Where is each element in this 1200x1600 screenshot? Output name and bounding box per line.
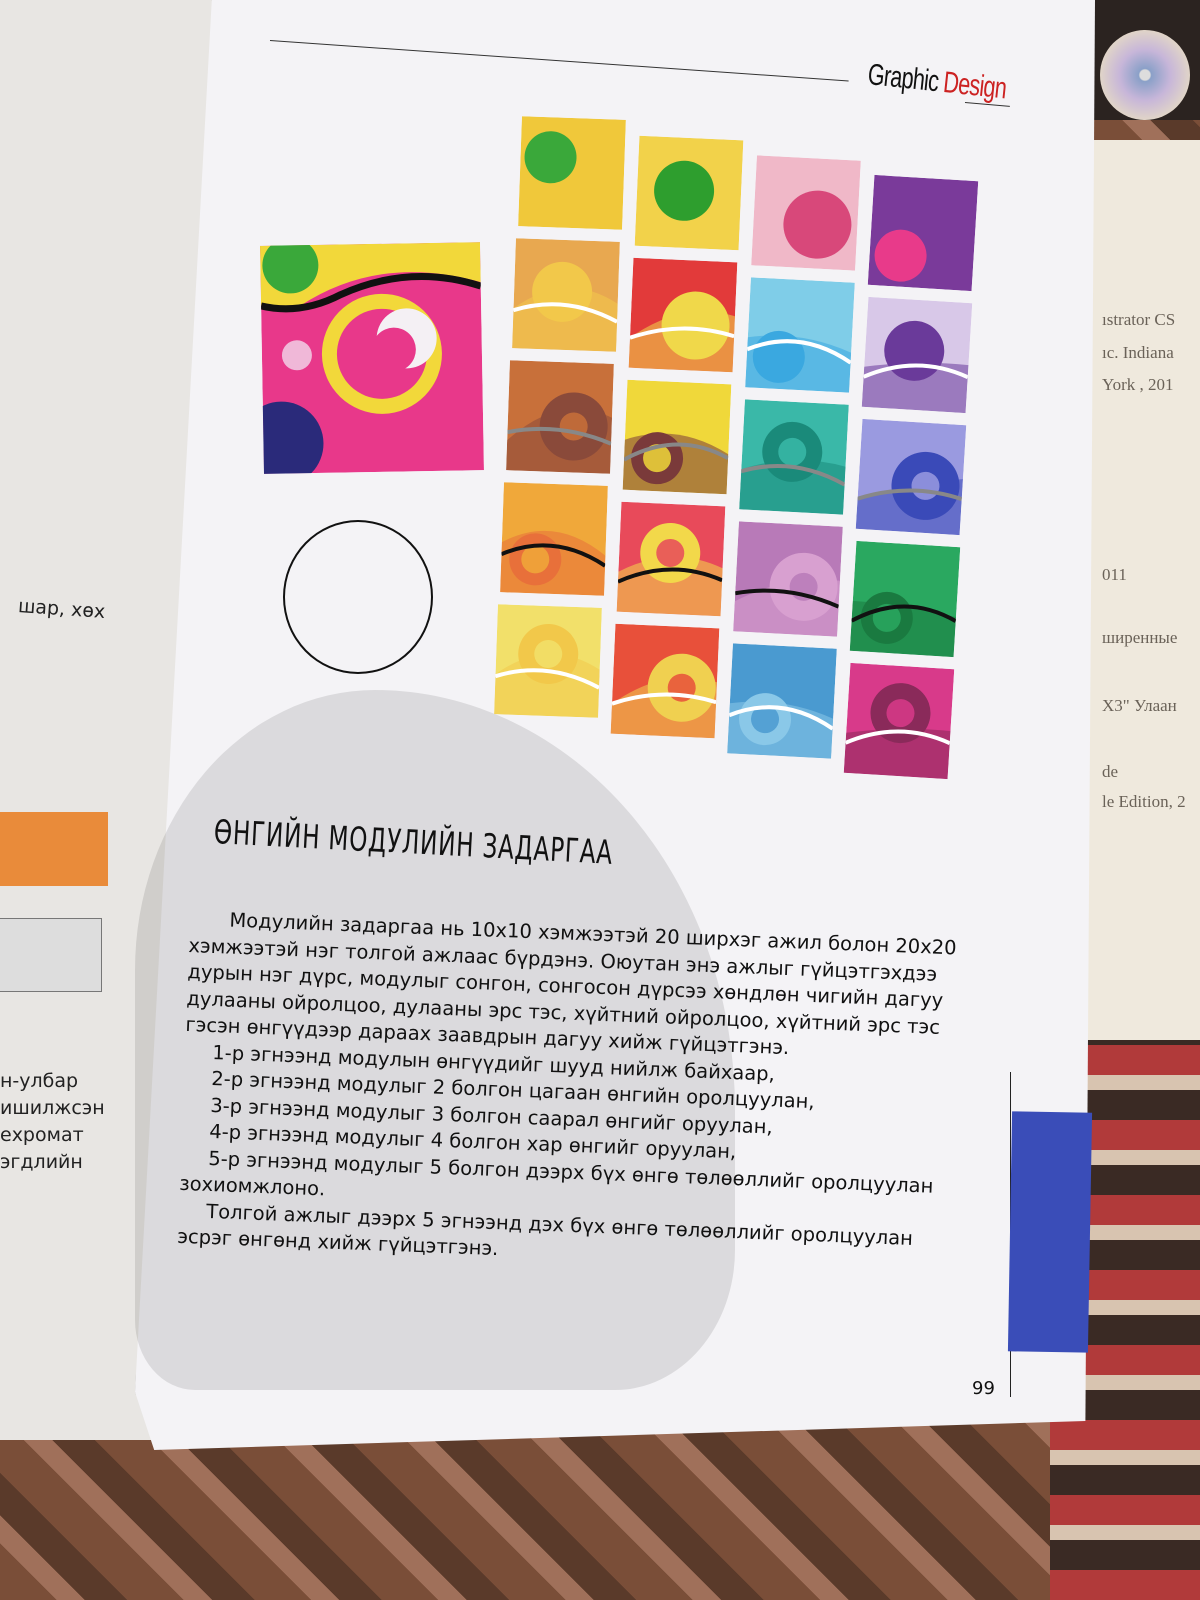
module-tile bbox=[867, 174, 979, 292]
module-tile bbox=[733, 521, 843, 637]
module-tile bbox=[518, 116, 626, 230]
right-paper-text: ширенные bbox=[1102, 628, 1178, 647]
head-work-tile bbox=[260, 242, 484, 474]
right-paper-text: ıc. Indiana bbox=[1102, 343, 1174, 362]
module-tile bbox=[843, 662, 955, 780]
right-paper-text: le Edition, 2 bbox=[1102, 792, 1186, 811]
right-paper-text: 011 bbox=[1102, 565, 1127, 584]
right-paper-text: X3" Улаан bbox=[1102, 696, 1177, 715]
blue-color-block bbox=[1007, 1111, 1093, 1353]
module-tile bbox=[622, 379, 732, 495]
module-tile bbox=[634, 135, 744, 251]
orange-swatch bbox=[0, 812, 108, 886]
left-page-text: н-улбар bbox=[0, 1070, 79, 1092]
right-paper-text: York , 201 bbox=[1102, 375, 1174, 394]
module-tile bbox=[855, 418, 967, 536]
module-tile bbox=[751, 155, 861, 271]
module-tile bbox=[616, 501, 726, 617]
module-tile bbox=[861, 296, 973, 414]
module-outline-circle bbox=[283, 520, 433, 674]
module-tile bbox=[512, 238, 620, 352]
module-tile bbox=[494, 604, 602, 718]
left-page-text: эгдлийн bbox=[0, 1151, 83, 1173]
gray-swatch bbox=[0, 918, 102, 992]
left-page-text: ехромат bbox=[0, 1124, 84, 1146]
module-tile bbox=[610, 623, 720, 739]
page-number: 99 bbox=[972, 1378, 995, 1399]
left-page-text: шар, хөх bbox=[17, 594, 106, 624]
right-paper: ıstrator CS ıc. Indiana York , 201 011 ш… bbox=[1080, 140, 1200, 1040]
module-tile bbox=[506, 360, 614, 474]
module-tile bbox=[727, 643, 837, 759]
body-text: Модулийн задаргаа нь 10х10 хэмжээтэй 20 … bbox=[177, 906, 980, 1281]
module-tile bbox=[628, 257, 738, 373]
right-paper-text: ıstrator CS bbox=[1102, 310, 1176, 329]
module-tile bbox=[849, 540, 961, 658]
module-tile bbox=[745, 277, 855, 393]
module-tile-grid bbox=[494, 116, 990, 780]
module-tile bbox=[500, 482, 608, 596]
cd-disc bbox=[1100, 30, 1190, 120]
module-tile bbox=[739, 399, 849, 515]
left-page-text: ишилжсэн bbox=[0, 1097, 105, 1119]
right-paper-text: de bbox=[1102, 762, 1119, 781]
